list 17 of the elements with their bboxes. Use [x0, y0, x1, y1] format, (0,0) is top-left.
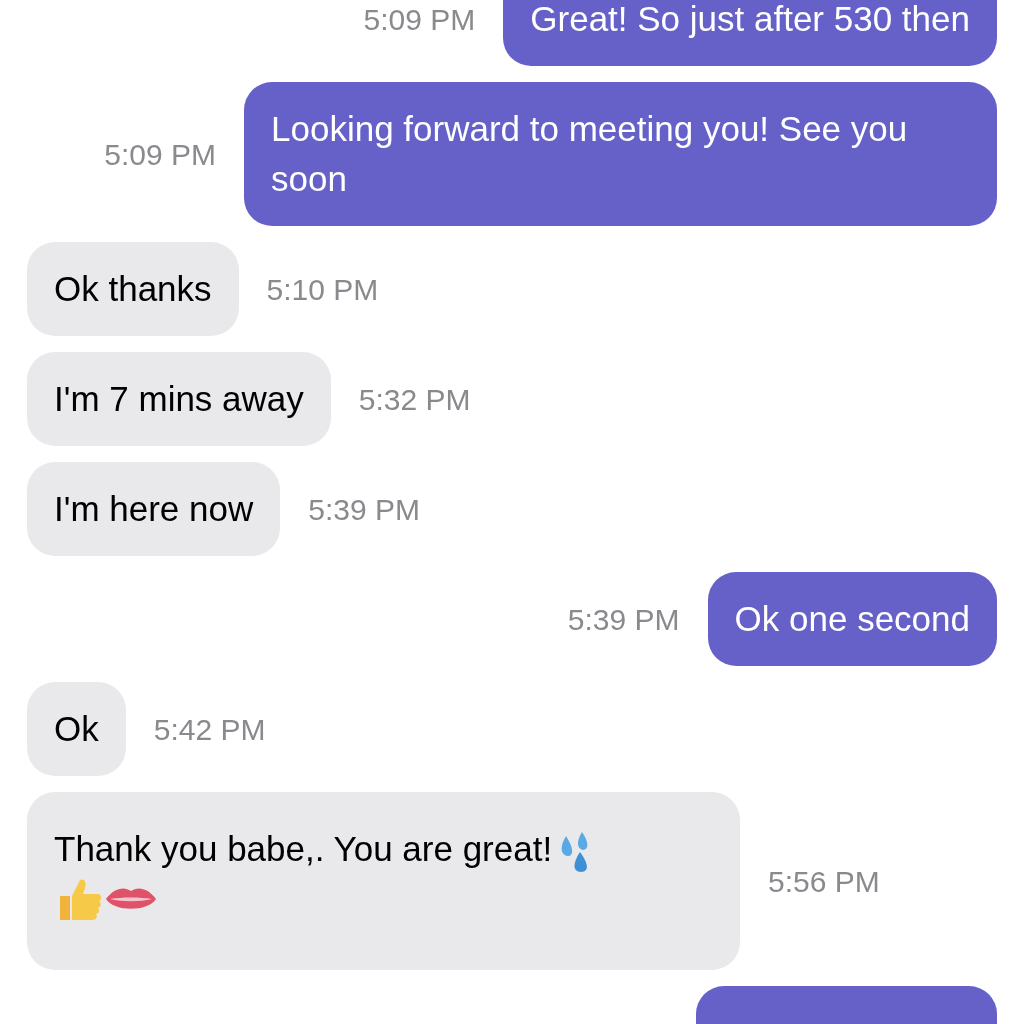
received-message-bubble: I'm here now — [27, 462, 281, 556]
message-time: 5:32 PM — [358, 381, 471, 418]
sent-message-bubble: Great! So just after 530 then — [503, 0, 997, 66]
message-time: 5:56 PM — [768, 863, 880, 900]
sent-message-bubble: Looking forward to meeting you! See you soon — [244, 82, 997, 226]
message-time: 5:39 PM — [567, 601, 680, 638]
message-time: 5:09 PM — [104, 136, 216, 173]
droplets-icon — [560, 831, 589, 872]
message-time: 5:09 PM — [363, 1, 476, 38]
message-time: 5:39 PM — [308, 491, 420, 528]
received-message-bubble: I'm 7 mins away — [27, 352, 331, 446]
received-message-bubble: Thank you babe,. You are great! — [27, 792, 740, 970]
message-time: 5:10 PM — [266, 271, 379, 308]
received-message-bubble: Ok — [27, 682, 126, 776]
message-time: 5:42 PM — [153, 711, 266, 748]
received-message-bubble: Ok thanks — [27, 242, 239, 336]
sent-message-bubble: Ok one second — [707, 572, 997, 666]
